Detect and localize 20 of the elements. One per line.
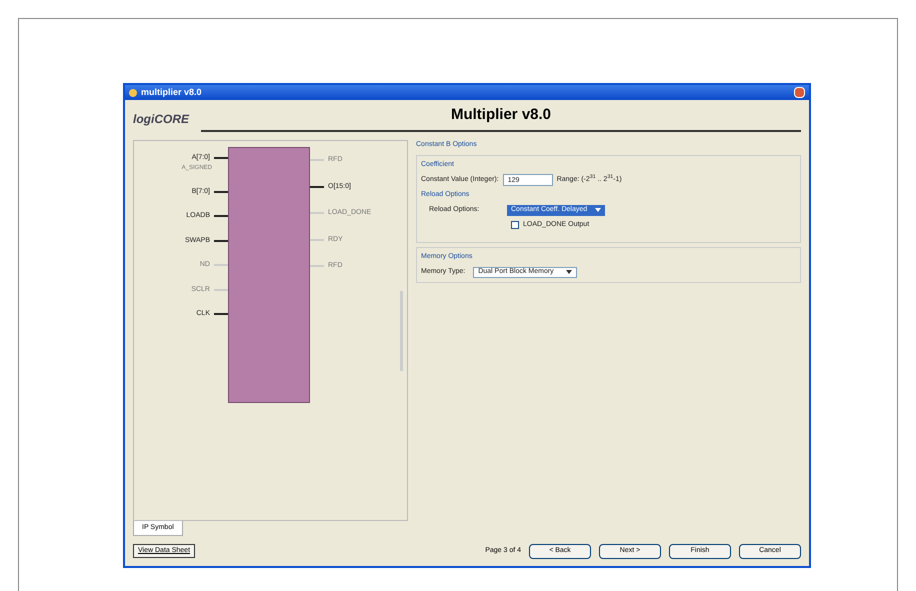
- header-title: Multiplier v8.0: [201, 104, 801, 132]
- caret-icon: [566, 270, 572, 274]
- pin-line: [214, 157, 228, 160]
- pin-line: [214, 264, 228, 266]
- pin-line: [310, 238, 324, 241]
- pin-line: [310, 212, 324, 214]
- pin-line: [310, 159, 324, 162]
- checkbox[interactable]: [511, 220, 519, 229]
- pin-line: [214, 288, 228, 291]
- caret-icon: [595, 208, 602, 212]
- pin-line: [310, 265, 324, 268]
- window-title: multiplier v8.0: [141, 86, 202, 99]
- pin-line: [310, 186, 324, 188]
- scroll-handle[interactable]: [400, 291, 403, 371]
- pin-line: [214, 190, 228, 193]
- pin-line: [214, 215, 228, 218]
- pin-line: [214, 313, 228, 316]
- pin-line: [214, 240, 228, 242]
- logo: logiCORE: [133, 111, 189, 128]
- close-button[interactable]: [794, 87, 805, 98]
